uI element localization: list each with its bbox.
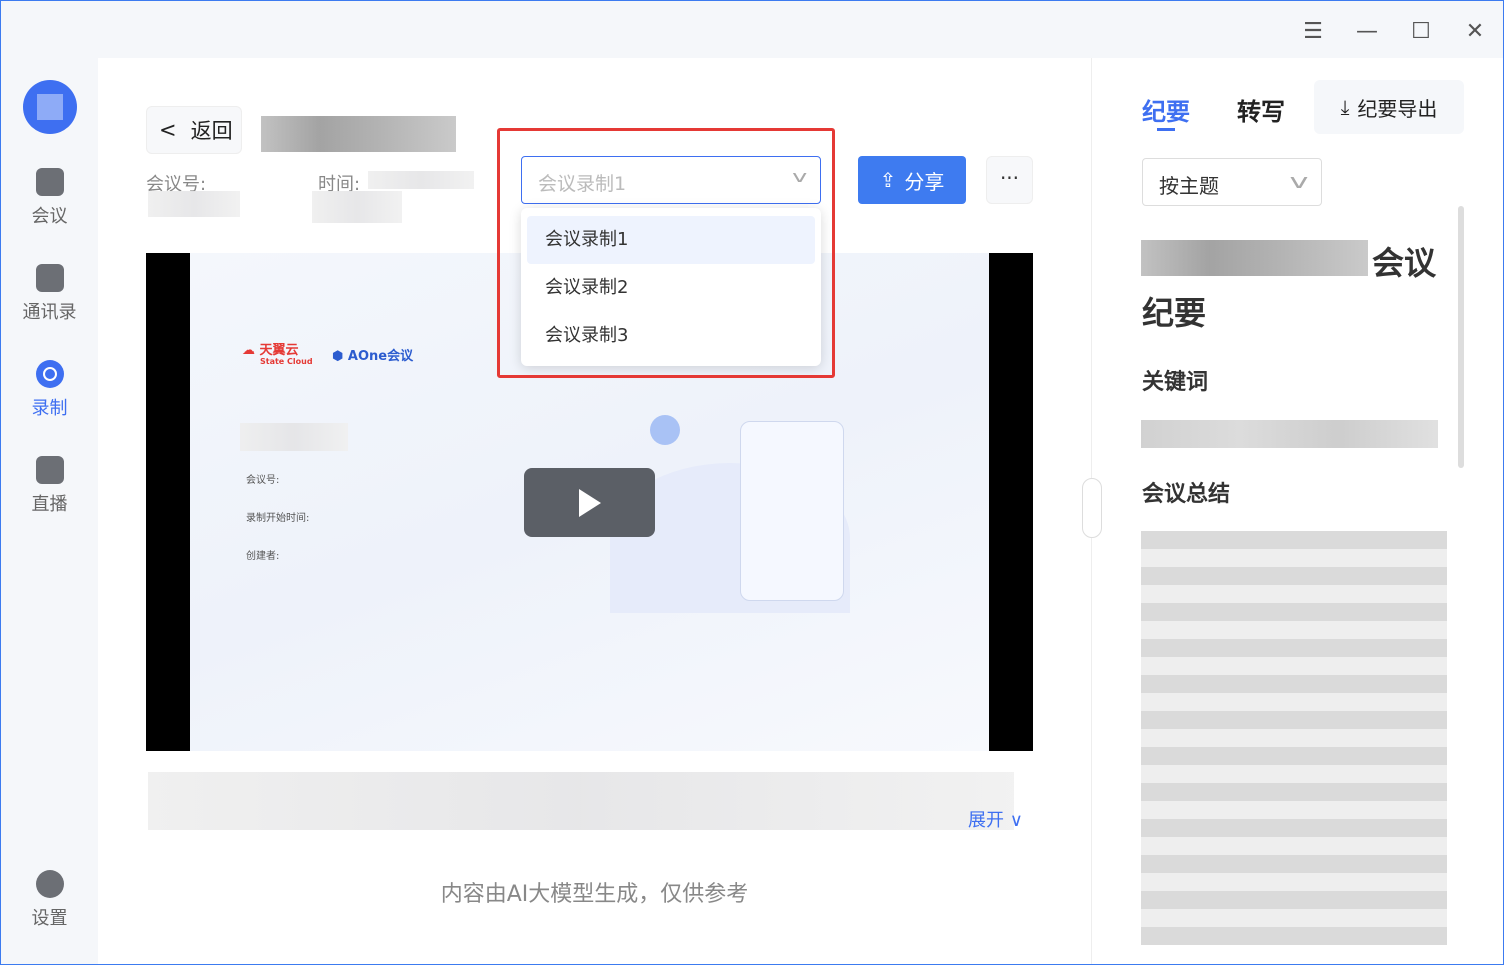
live-icon (35, 456, 64, 484)
mic-icon (650, 415, 680, 445)
share-label: 分享 (904, 169, 945, 194)
ai-disclaimer: 内容由AI大模型生成，仅供参考 (440, 882, 749, 907)
sidebar: 会议 通讯录 录制 直播 设置 (1, 58, 98, 964)
topic-select[interactable]: 按主题 v (1142, 158, 1322, 206)
time-redacted (368, 171, 474, 189)
keywords-redacted (1141, 420, 1438, 448)
sidebar-item-label: 录制 (31, 398, 68, 419)
meeting-no-redacted (148, 191, 240, 217)
summary-redacted (1141, 531, 1447, 945)
slide-title-redacted (240, 423, 348, 451)
sidebar-item-label: 直播 (31, 494, 68, 515)
sidebar-item-record[interactable]: 录制 (1, 360, 98, 420)
summary-title: 会议 (1372, 244, 1437, 282)
record-icon (35, 360, 64, 388)
minimize-icon[interactable]: — (1351, 15, 1383, 47)
more-button[interactable]: ··· (986, 156, 1033, 204)
chevron-down-icon: ∨ (1009, 810, 1023, 831)
resize-handle[interactable] (1082, 478, 1102, 538)
sidebar-item-label: 会议 (31, 206, 68, 227)
gear-icon (35, 870, 64, 898)
title-redacted (1141, 240, 1368, 276)
brand-aone: ⬢ AOne会议 (332, 349, 414, 364)
recording-option-3[interactable]: 会议录制3 (527, 312, 815, 360)
download-icon: ⤓ (1340, 95, 1350, 119)
sidebar-item-label: 设置 (31, 908, 68, 929)
recording-option-2[interactable]: 会议录制2 (527, 264, 815, 312)
tab-indicator (1157, 128, 1175, 131)
sidebar-item-contacts[interactable]: 通讯录 (1, 264, 98, 324)
play-button[interactable] (524, 468, 655, 537)
scrollbar[interactable] (1458, 206, 1464, 468)
sidebar-item-settings[interactable]: 设置 (1, 870, 98, 930)
back-button[interactable]: < 返回 (146, 106, 242, 154)
topic-select-value: 按主题 (1159, 174, 1219, 198)
maximize-icon[interactable]: ☐ (1405, 15, 1437, 47)
main-content: < 返回 会议号: 时间: 会议录制1 v ⇪ 分享 ··· ☁ 天翼云 State … (98, 58, 1091, 964)
sidebar-item-meeting[interactable]: 会议 (1, 168, 98, 228)
title-bar: ☰ — ☐ ✕ (1, 1, 1503, 58)
chevron-down-icon: v (1289, 169, 1309, 193)
sidebar-item-label: 通讯录 (22, 302, 77, 323)
export-label: 纪要导出 (1357, 96, 1438, 121)
menu-icon[interactable]: ☰ (1297, 15, 1329, 47)
app-window: ☰ — ☐ ✕ 会议 通讯录 录制 直播 设置 < 返回 会议号: 时间: 会议录… (0, 0, 1504, 965)
brand1-sub: State Cloud (260, 357, 313, 366)
summary-title-line2: 纪要 (1142, 294, 1207, 332)
summary-heading: 会议总结 (1142, 482, 1231, 507)
keywords-heading: 关键词 (1142, 370, 1209, 395)
tab-summary[interactable]: 纪要 (1142, 92, 1190, 127)
summary-panel: 纪要 转写 ⤓ 纪要导出 按主题 v 会议 纪要 关键词 会议总结 (1082, 58, 1503, 964)
recording-select-value: 会议录制1 (538, 173, 627, 195)
back-label: 返回 (190, 119, 233, 143)
slide-start-time: 录制开始时间: (246, 513, 310, 524)
contacts-icon (35, 264, 64, 292)
expand-button[interactable]: 展开 ∨ (968, 806, 1023, 832)
meeting-icon (35, 168, 64, 196)
phone-illustration (740, 421, 844, 601)
close-icon[interactable]: ✕ (1459, 15, 1491, 47)
brand1-label: 天翼云 (259, 343, 299, 358)
export-button[interactable]: ⤓ 纪要导出 (1314, 80, 1464, 134)
slide-creator: 创建者: (246, 551, 280, 562)
chevron-down-icon: v (791, 167, 807, 186)
recording-select[interactable]: 会议录制1 v (521, 156, 821, 204)
avatar[interactable] (23, 80, 77, 134)
meeting-title-redacted (261, 116, 456, 152)
sidebar-item-live[interactable]: 直播 (1, 456, 98, 516)
brand-tianyi: ☁ 天翼云 State Cloud (242, 343, 313, 366)
chevron-left-icon: < (159, 118, 177, 142)
brand2-label: AOne会议 (347, 349, 414, 364)
time-redacted-2 (312, 191, 402, 223)
recording-dropdown: 会议录制1 会议录制2 会议录制3 (521, 208, 821, 366)
share-button[interactable]: ⇪ 分享 (858, 156, 966, 204)
slide-meeting-no: 会议号: (246, 475, 280, 486)
tab-transcript[interactable]: 转写 (1237, 92, 1285, 127)
recording-option-1[interactable]: 会议录制1 (527, 216, 815, 264)
expand-label: 展开 (968, 810, 1004, 831)
share-icon: ⇪ (879, 168, 897, 192)
description-redacted (148, 772, 1014, 830)
